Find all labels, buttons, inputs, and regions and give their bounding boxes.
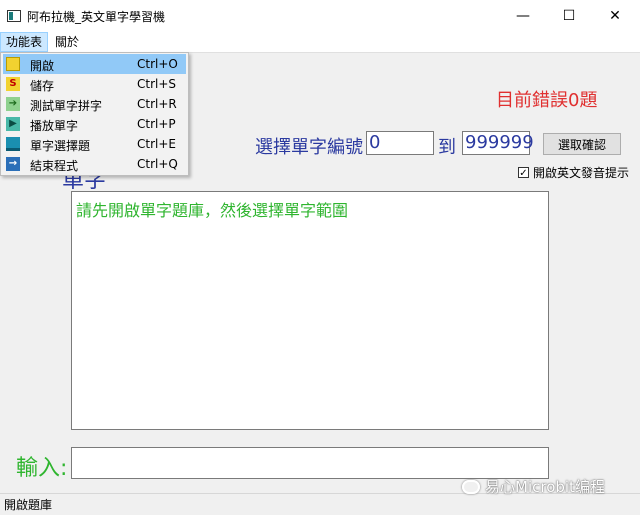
menu-item-label: 儲存 (30, 79, 55, 93)
pronunciation-checkbox[interactable]: ✓ (518, 167, 529, 179)
spelling-test-icon: ➔ (6, 97, 20, 111)
menu-item-save[interactable]: S 儲存 Ctrl+S (3, 74, 186, 94)
menu-item-shortcut: Ctrl+O (137, 57, 178, 71)
play-icon: ▶ (6, 117, 20, 131)
menu-item-label: 開啟 (30, 59, 55, 73)
app-icon (7, 10, 21, 22)
close-button[interactable]: ✕ (592, 0, 638, 32)
quiz-icon (6, 137, 20, 151)
minimize-button[interactable]: — (500, 0, 546, 32)
menu-item-spelling-test[interactable]: ➔ 測試單字拼字 Ctrl+R (3, 94, 186, 114)
error-count-label: 目前錯誤0題 (496, 90, 598, 111)
wechat-icon (462, 479, 480, 494)
menu-item-label: 單字選擇題 (30, 139, 91, 153)
menu-item-label: 播放單字 (30, 119, 79, 133)
function-menu-dropdown: 開啟 Ctrl+O S 儲存 Ctrl+S ➔ 測試單字拼字 Ctrl+R ▶ … (0, 52, 189, 176)
word-display-area[interactable]: 請先開啟單字題庫，然後選擇單字範圍 (71, 191, 549, 430)
menu-about[interactable]: 關於 (50, 32, 84, 52)
watermark-text: 易心Microbit编程 (485, 478, 605, 496)
menu-bar: 功能表 關於 (0, 32, 640, 53)
window-title: 阿布拉機_英文單字學習機 (27, 10, 166, 24)
confirm-range-button[interactable]: 選取確認 (543, 133, 621, 155)
menu-item-play-word[interactable]: ▶ 播放單字 Ctrl+P (3, 114, 186, 134)
word-area-hint: 請先開啟單字題庫，然後選擇單字範圍 (76, 201, 349, 220)
answer-input[interactable] (71, 447, 549, 479)
title-bar: 阿布拉機_英文單字學習機 — ☐ ✕ (0, 0, 640, 33)
menu-item-shortcut: Ctrl+P (137, 117, 176, 131)
status-text: 開啟題庫 (4, 498, 53, 512)
range-end-input[interactable]: 999999 (462, 131, 534, 155)
menu-function[interactable]: 功能表 (0, 32, 49, 52)
maximize-button[interactable]: ☐ (546, 0, 592, 32)
pronunciation-checkbox-label: 開啟英文發音提示 (533, 166, 630, 180)
menu-item-shortcut: Ctrl+E (137, 137, 176, 151)
menu-item-shortcut: Ctrl+R (137, 97, 177, 111)
menu-item-quiz[interactable]: 單字選擇題 Ctrl+E (3, 134, 186, 154)
menu-item-shortcut: Ctrl+S (137, 77, 177, 91)
menu-item-open[interactable]: 開啟 Ctrl+O (3, 54, 186, 74)
answer-input-label: 輸入: (16, 456, 68, 481)
to-label: 到 (438, 137, 456, 158)
menu-item-shortcut: Ctrl+Q (137, 157, 178, 171)
range-start-input[interactable]: 0 (366, 131, 434, 155)
pronunciation-checkbox-row[interactable]: ✓ 開啟英文發音提示 (518, 164, 629, 181)
watermark: 易心Microbit编程 (462, 476, 605, 497)
menu-item-label: 測試單字拼字 (30, 99, 103, 113)
save-icon: S (6, 77, 20, 91)
menu-item-exit[interactable]: → 結束程式 Ctrl+Q (3, 154, 186, 174)
exit-icon: → (6, 157, 20, 171)
menu-item-label: 結束程式 (30, 159, 79, 173)
open-icon (6, 57, 20, 71)
range-label: 選擇單字編號 (255, 137, 363, 158)
